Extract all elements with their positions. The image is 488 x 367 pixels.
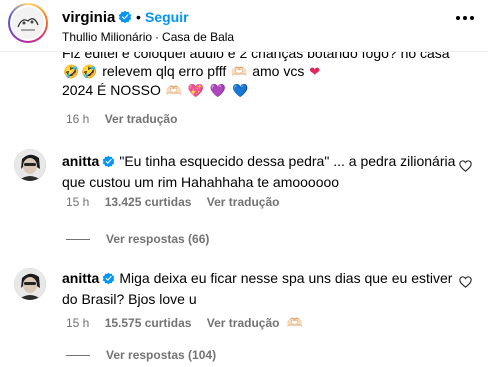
comment-text: anitta "Eu tinha esquecido dessa pedra" .… bbox=[62, 153, 456, 190]
comment-time[interactable]: 15 h bbox=[66, 316, 89, 330]
top-comment-line3: 2024 É NOSSO 🫶🏻 💖 💜 💙 bbox=[62, 82, 249, 98]
post-username[interactable]: virginia bbox=[62, 9, 132, 28]
verified-badge-icon bbox=[118, 10, 132, 28]
view-replies-button[interactable]: Ver respostas (104) bbox=[66, 348, 216, 362]
translate-button[interactable]: Ver tradução bbox=[207, 316, 280, 330]
hands-emoji-icon: 🫶🏻 bbox=[165, 83, 182, 98]
laughing-emoji-icon: 🤣 bbox=[63, 64, 80, 79]
music-separator: · bbox=[155, 30, 160, 44]
comment-username[interactable]: anitta bbox=[62, 153, 115, 169]
purple-heart-emoji-icon: 💜 bbox=[209, 83, 227, 98]
comment-username[interactable]: anitta bbox=[62, 270, 115, 286]
laughing-emoji-icon: 🤣 bbox=[81, 64, 98, 79]
post-header: virginia • Seguir Thullio Milionário · Cas… bbox=[0, 0, 488, 52]
comment-time[interactable]: 16 h bbox=[66, 112, 89, 126]
like-heart-icon[interactable] bbox=[459, 160, 472, 172]
instagram-comments-panel: virginia • Seguir Thullio Milionário · Cas… bbox=[0, 0, 488, 367]
replies-divider bbox=[66, 238, 90, 240]
top-comment-line2: 🤣 🤣 relevem qlq erro pfff 🫶🏻 amo vcs ❤ bbox=[63, 63, 321, 79]
verified-badge-icon bbox=[102, 271, 115, 290]
like-heart-icon[interactable] bbox=[459, 276, 472, 288]
music-artist[interactable]: Thullio Milionário bbox=[62, 30, 152, 44]
verified-badge-icon bbox=[102, 154, 115, 173]
commenter-avatar[interactable] bbox=[14, 268, 46, 300]
avatar-image bbox=[12, 7, 44, 39]
profile-avatar[interactable] bbox=[8, 3, 48, 43]
music-song[interactable]: Casa de Bala bbox=[162, 30, 234, 44]
hands-emoji-icon: 🫶🏻 bbox=[286, 315, 303, 330]
top-comment-meta: 16 h Ver tradução bbox=[66, 112, 189, 126]
music-info[interactable]: Thullio Milionário · Casa de Bala bbox=[62, 30, 234, 44]
likes-count[interactable]: 13.425 curtidas bbox=[105, 195, 192, 209]
blue-heart-emoji-icon: 💙 bbox=[231, 83, 249, 98]
pink-heart-emoji-icon: 💖 bbox=[187, 83, 204, 98]
red-heart-emoji-icon: ❤ bbox=[309, 64, 321, 79]
comment-text: anitta Miga deixa eu ficar nesse spa uns … bbox=[62, 270, 453, 307]
more-horizontal-icon[interactable] bbox=[456, 16, 474, 22]
comment-time[interactable]: 15 h bbox=[66, 195, 89, 209]
replies-divider bbox=[66, 354, 90, 356]
translate-button[interactable]: Ver tradução bbox=[207, 195, 280, 209]
follow-button[interactable]: Seguir bbox=[145, 9, 189, 25]
view-replies-button[interactable]: Ver respostas (66) bbox=[66, 232, 209, 246]
translate-button[interactable]: Ver tradução bbox=[105, 112, 178, 126]
hands-emoji-icon: 🫶🏻 bbox=[231, 64, 248, 79]
header-dot: • bbox=[136, 9, 141, 25]
likes-count[interactable]: 15.575 curtidas bbox=[105, 316, 192, 330]
top-comment-text: Fiz editei e coloquei áudio e 2 crianças… bbox=[62, 52, 462, 100]
comment-meta: 15 h 15.575 curtidas Ver tradução 🫶🏻 bbox=[66, 315, 315, 331]
comment-meta: 15 h 13.425 curtidas Ver tradução bbox=[66, 195, 291, 209]
clipped-line: Fiz editei e coloquei áudio e 2 crianças… bbox=[62, 52, 450, 61]
commenter-avatar[interactable] bbox=[14, 149, 46, 181]
